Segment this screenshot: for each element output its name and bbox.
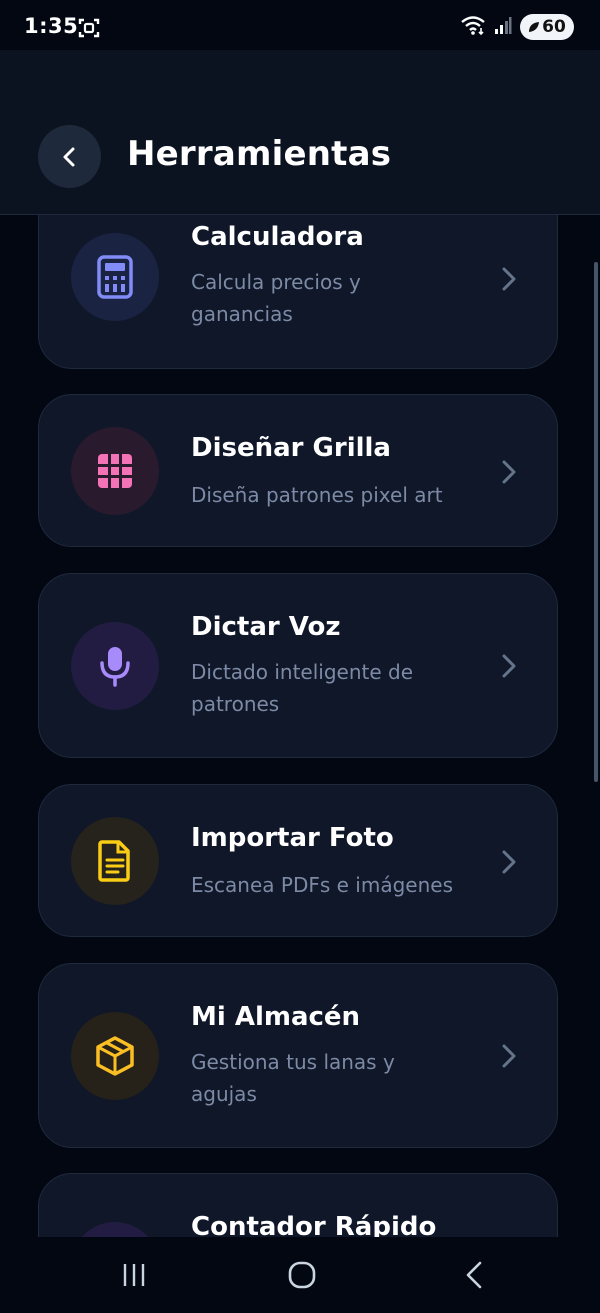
tool-card-dictar-voz[interactable]: Dictar Voz Dictado inteligente de patron… — [38, 573, 558, 758]
tool-description: Escanea PDFs e imágenes — [191, 873, 454, 897]
tool-card-calculadora[interactable]: Calculadora Calcula precios y ganancias — [38, 215, 558, 369]
tool-description: Gestiona tus lanas y agujas — [191, 1050, 395, 1106]
back-button[interactable] — [38, 125, 101, 188]
wifi-icon — [460, 14, 486, 40]
tool-title: Mi Almacén — [191, 1002, 361, 1032]
tool-description: Diseña patrones pixel art — [191, 483, 443, 507]
signal-icon — [494, 15, 512, 39]
chevron-right-icon — [502, 654, 516, 678]
icon-badge — [71, 427, 159, 515]
tool-description: Calcula precios y ganancias — [191, 270, 361, 326]
tool-card-mi-almacen[interactable]: Mi Almacén Gestiona tus lanas y agujas — [38, 963, 558, 1148]
microphone-icon — [100, 647, 130, 687]
battery-indicator: 60 — [520, 14, 574, 40]
battery-level: 60 — [542, 17, 566, 37]
tool-title: Contador Rápido — [191, 1212, 437, 1237]
tool-card-importar-foto[interactable]: Importar Foto Escanea PDFs e imágenes — [38, 784, 558, 937]
box-icon — [96, 1036, 134, 1076]
home-button[interactable] — [282, 1257, 322, 1293]
icon-badge — [71, 1012, 159, 1100]
chevron-right-icon — [502, 460, 516, 484]
page-title: Herramientas — [127, 134, 392, 174]
icon-badge — [71, 622, 159, 710]
tool-title: Dictar Voz — [191, 612, 341, 642]
tool-description: Dictado inteligente de patrones — [191, 660, 414, 716]
chevron-left-icon — [63, 147, 74, 166]
icon-badge — [71, 817, 159, 905]
scrollbar[interactable] — [594, 262, 598, 782]
nav-back-button[interactable] — [454, 1257, 494, 1293]
chevron-right-icon — [502, 850, 516, 874]
back-icon — [466, 1261, 482, 1289]
tools-list[interactable]: Calculadora Calcula precios y ganancias … — [0, 215, 600, 1237]
tool-title: Diseñar Grilla — [191, 433, 391, 463]
leaf-icon — [529, 22, 540, 32]
chevron-right-icon — [502, 1044, 516, 1068]
system-nav-bar — [0, 1237, 600, 1313]
icon-badge — [71, 233, 159, 321]
counter-icon — [71, 1222, 159, 1237]
tool-card-contador-rapido[interactable]: Contador Rápido — [38, 1173, 558, 1237]
home-icon — [288, 1261, 316, 1289]
status-time: 1:35 — [24, 14, 79, 38]
calculator-icon — [97, 255, 133, 299]
document-icon — [98, 840, 130, 882]
tool-title: Importar Foto — [191, 823, 394, 853]
tool-card-disenar-grilla[interactable]: Diseñar Grilla Diseña patrones pixel art — [38, 394, 558, 547]
recent-apps-button[interactable] — [114, 1257, 154, 1293]
status-bar: 1:35 60 — [0, 0, 600, 56]
chevron-right-icon — [502, 267, 516, 291]
app-header: Herramientas — [0, 50, 600, 215]
recent-apps-icon — [123, 1264, 145, 1286]
screenshot-icon — [78, 17, 100, 43]
tool-title: Calculadora — [191, 222, 364, 252]
grid-icon — [98, 454, 132, 488]
